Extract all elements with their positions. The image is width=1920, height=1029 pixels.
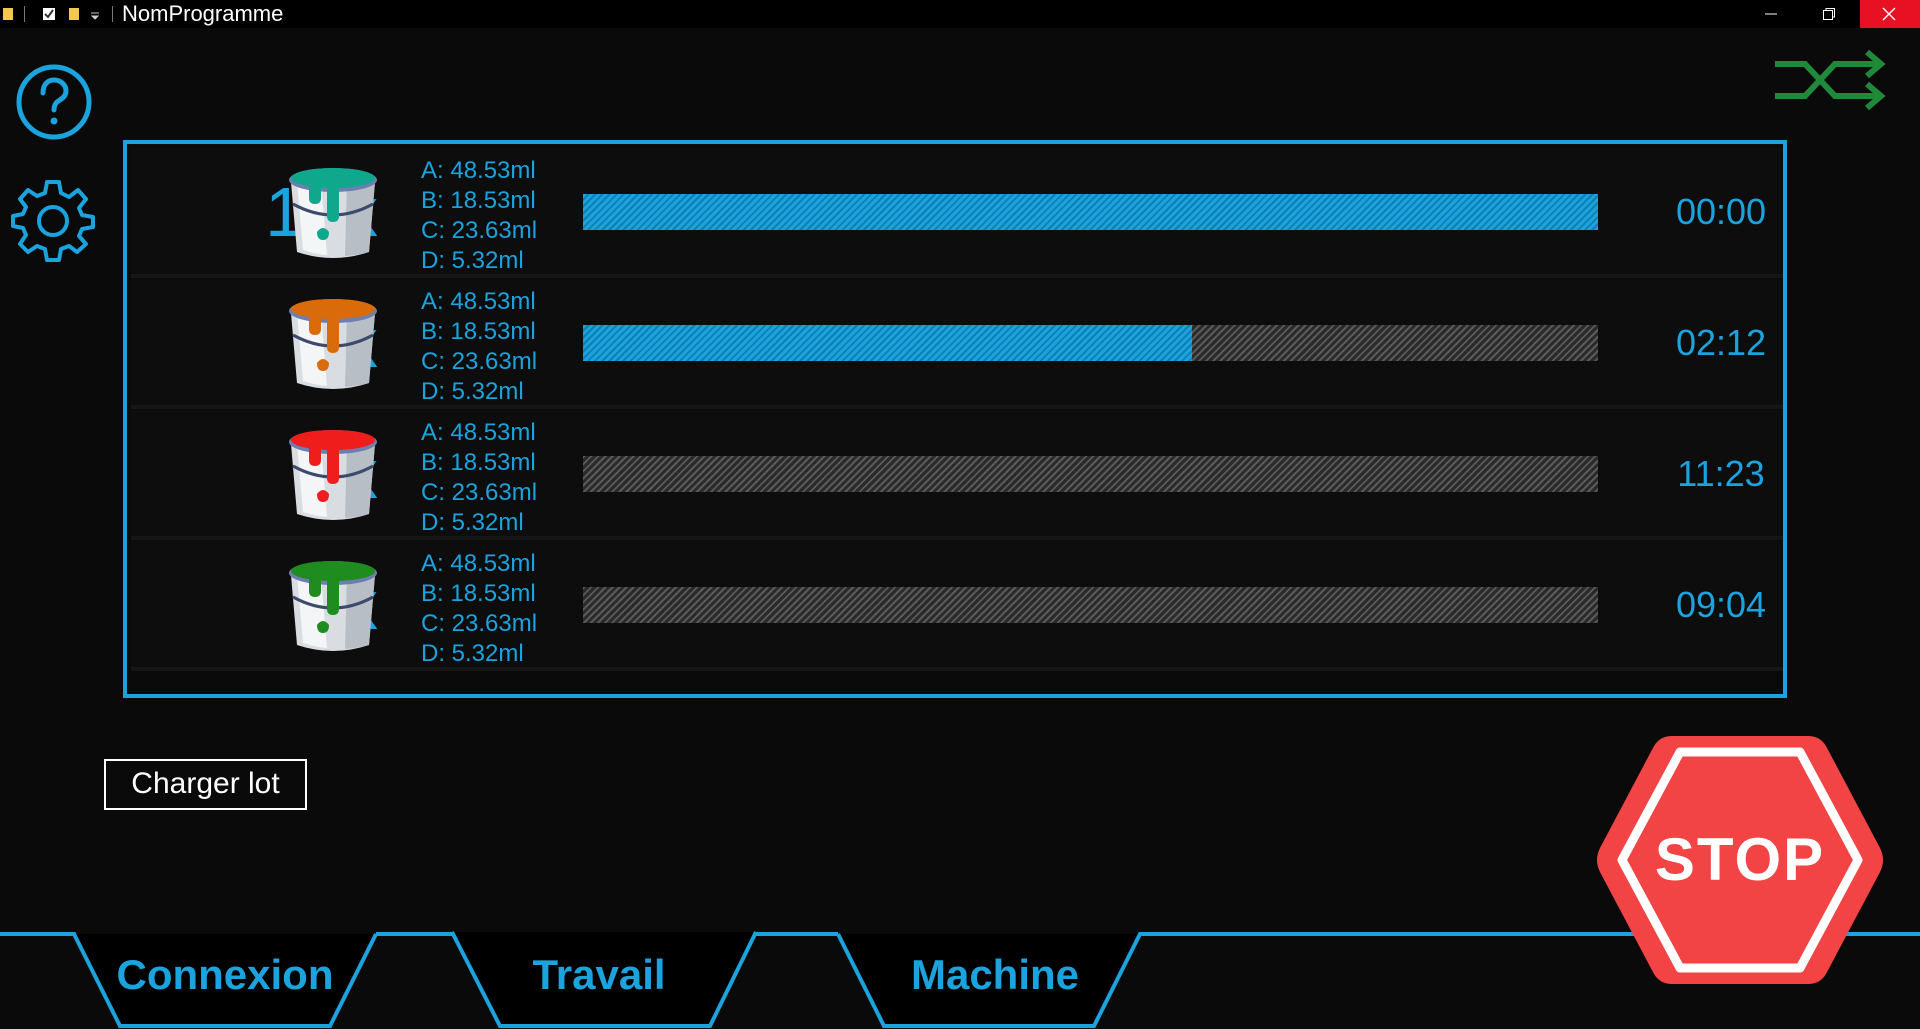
volume-a: A: 48.53ml bbox=[421, 419, 536, 446]
job-row[interactable]: 12x A: 48.53ml B: 18.53ml C: 23.63ml D: … bbox=[131, 148, 1783, 278]
separator bbox=[24, 6, 25, 22]
tab-connexion[interactable]: Connexion bbox=[100, 950, 350, 1000]
window-title: NomProgramme bbox=[122, 1, 284, 26]
paint-bucket-icon bbox=[287, 295, 379, 395]
gear-icon bbox=[11, 180, 95, 262]
volume-a: A: 48.53ml bbox=[421, 157, 536, 184]
volume-d: D: 5.32ml bbox=[421, 378, 524, 405]
close-icon bbox=[1882, 7, 1896, 21]
properties-icon[interactable] bbox=[42, 7, 55, 21]
job-volumes: A: 48.53ml B: 18.53ml C: 23.63ml D: 5.32… bbox=[421, 549, 537, 669]
volume-a: A: 48.53ml bbox=[421, 550, 536, 577]
job-time: 11:23 bbox=[1677, 453, 1765, 494]
volume-c: C: 23.63ml bbox=[421, 610, 538, 637]
title-bar: NomProgramme bbox=[0, 0, 1920, 28]
folder-icon bbox=[2, 7, 14, 21]
separator bbox=[112, 6, 113, 22]
switch-button[interactable] bbox=[1773, 46, 1895, 112]
new-folder-icon[interactable] bbox=[68, 7, 80, 21]
job-row[interactable]: 5x A: 48.53ml B: 18.53ml C: 23.63ml D: 5… bbox=[131, 541, 1783, 671]
job-time: 09:04 bbox=[1675, 584, 1767, 625]
stop-label: STOP bbox=[1654, 826, 1826, 893]
progress-fill bbox=[583, 325, 1192, 361]
tab-travail[interactable]: Travail bbox=[474, 950, 724, 1000]
restore-button[interactable] bbox=[1800, 0, 1858, 28]
volume-a: A: 48.53ml bbox=[421, 288, 536, 315]
paint-bucket-icon bbox=[287, 164, 379, 264]
quick-access-dropdown-icon[interactable] bbox=[90, 7, 102, 21]
tab-machine[interactable]: Machine bbox=[870, 950, 1120, 1000]
help-button[interactable] bbox=[16, 64, 92, 140]
paint-bucket-icon bbox=[287, 557, 379, 657]
load-batch-button[interactable]: Charger lot bbox=[104, 759, 307, 810]
shuffle-icon bbox=[1775, 49, 1886, 111]
job-time: 02:12 bbox=[1675, 322, 1767, 363]
help-icon bbox=[16, 64, 92, 140]
job-volumes: A: 48.53ml B: 18.53ml C: 23.63ml D: 5.32… bbox=[421, 418, 537, 538]
stop-button[interactable]: STOP bbox=[1594, 732, 1886, 988]
volume-b: B: 18.53ml bbox=[421, 318, 536, 345]
jobs-panel: 12x A: 48.53ml B: 18.53ml C: 23.63ml D: … bbox=[123, 140, 1787, 698]
progress-bar bbox=[583, 194, 1598, 230]
job-volumes: A: 48.53ml B: 18.53ml C: 23.63ml D: 5.32… bbox=[421, 156, 537, 276]
volume-c: C: 23.63ml bbox=[421, 479, 538, 506]
paint-bucket-icon bbox=[287, 426, 379, 526]
progress-fill bbox=[583, 194, 1598, 230]
volume-d: D: 5.32ml bbox=[421, 640, 524, 667]
volume-b: B: 18.53ml bbox=[421, 449, 536, 476]
progress-bar bbox=[583, 325, 1598, 361]
volume-b: B: 18.53ml bbox=[421, 187, 536, 214]
restore-icon bbox=[1823, 8, 1835, 20]
settings-button[interactable] bbox=[10, 178, 96, 264]
volume-c: C: 23.63ml bbox=[421, 348, 538, 375]
volume-d: D: 5.32ml bbox=[421, 509, 524, 536]
job-row[interactable]: 8x A: 48.53ml B: 18.53ml C: 23.63ml D: 5… bbox=[131, 410, 1783, 540]
minimize-icon bbox=[1765, 13, 1777, 15]
job-row[interactable]: 9x A: 48.53ml B: 18.53ml C: 23.63ml D: 5… bbox=[131, 279, 1783, 409]
volume-b: B: 18.53ml bbox=[421, 580, 536, 607]
volume-c: C: 23.63ml bbox=[421, 217, 538, 244]
job-volumes: A: 48.53ml B: 18.53ml C: 23.63ml D: 5.32… bbox=[421, 287, 537, 407]
close-button[interactable] bbox=[1860, 0, 1920, 28]
minimize-button[interactable] bbox=[1742, 0, 1800, 28]
progress-bar bbox=[583, 456, 1598, 492]
job-time: 00:00 bbox=[1675, 191, 1767, 232]
volume-d: D: 5.32ml bbox=[421, 247, 524, 274]
progress-bar bbox=[583, 587, 1598, 623]
